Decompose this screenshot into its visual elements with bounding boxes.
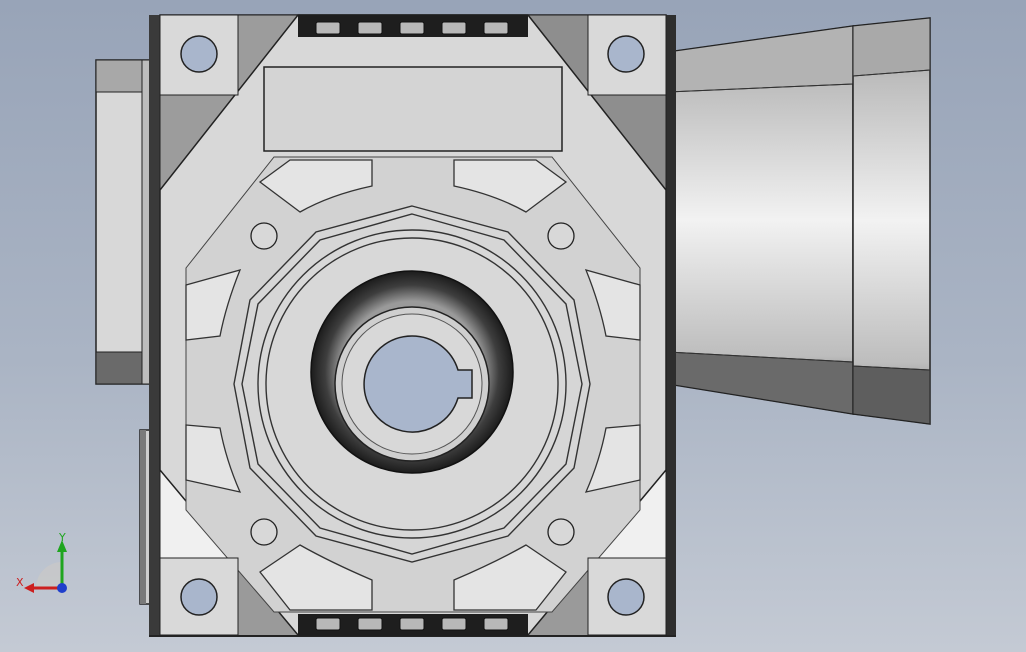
- axis-triad: Y X: [16, 531, 67, 593]
- motor-adapter: [667, 25, 854, 415]
- name-plate: [263, 66, 563, 152]
- cad-viewport[interactable]: Y X: [0, 0, 1026, 652]
- left-side-cover: [95, 59, 159, 605]
- x-axis-label: X: [16, 576, 24, 589]
- bottom-rib-strip: [298, 614, 528, 636]
- top-rib-strip: [298, 15, 528, 37]
- motor-flange: [852, 17, 931, 425]
- output-bore: [310, 270, 514, 474]
- y-axis-label: Y: [58, 531, 66, 544]
- z-axis-dot: [57, 583, 67, 593]
